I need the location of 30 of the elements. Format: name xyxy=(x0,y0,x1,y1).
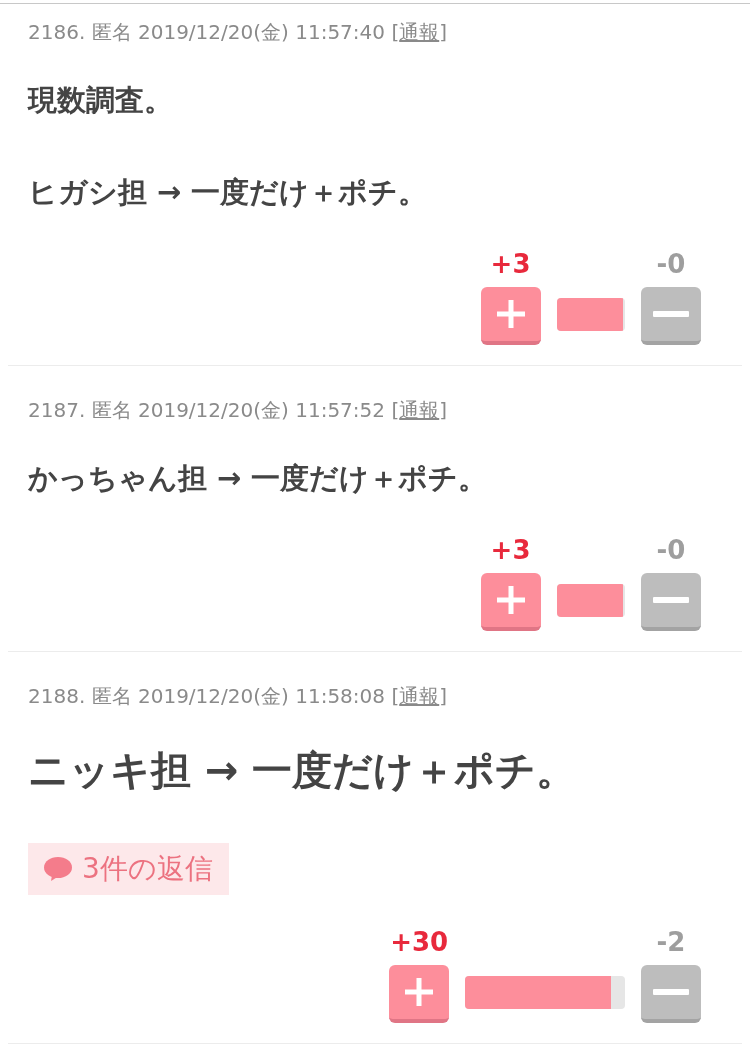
reply-button[interactable]: 3件の返信 xyxy=(28,843,229,895)
plus-icon xyxy=(496,586,525,614)
minus-icon xyxy=(653,311,689,317)
post-header: 2187. 匿名 2019/12/20(金) 11:57:52 [通報] xyxy=(28,397,448,424)
post-header: 2188. 匿名 2019/12/20(金) 11:58:08 [通報] xyxy=(28,683,448,710)
minus-count: -0 xyxy=(656,535,686,565)
minus-count: -2 xyxy=(656,927,686,957)
post-text: ヒガシ担 → 一度だけ＋ポチ。 xyxy=(28,174,429,211)
post-text: 現数調査。 xyxy=(28,82,174,119)
post-text: かっちゃん担 → 一度だけ＋ポチ。 xyxy=(28,460,489,497)
post-header: 2186. 匿名 2019/12/20(金) 11:57:40 [通報] xyxy=(28,19,448,46)
plus-icon xyxy=(496,300,525,328)
minus-button[interactable] xyxy=(641,965,701,1023)
plus-icon xyxy=(405,978,434,1006)
minus-count: -0 xyxy=(656,249,686,279)
post-text: ニッキ担 → 一度だけ＋ポチ。 xyxy=(28,746,578,795)
plus-count: +3 xyxy=(490,535,531,565)
plus-count: +3 xyxy=(490,249,531,279)
plus-button[interactable] xyxy=(480,573,541,631)
minus-button[interactable] xyxy=(641,573,701,631)
minus-button[interactable] xyxy=(641,287,701,345)
report-link[interactable]: 通報 xyxy=(399,20,440,44)
minus-icon xyxy=(653,597,689,603)
report-link[interactable]: 通報 xyxy=(399,398,440,422)
plus-button[interactable] xyxy=(480,287,541,345)
plus-count: +30 xyxy=(390,927,449,957)
speech-bubble-icon xyxy=(44,857,72,881)
plus-button[interactable] xyxy=(389,965,450,1023)
report-link[interactable]: 通報 xyxy=(399,684,440,708)
minus-icon xyxy=(653,989,689,995)
